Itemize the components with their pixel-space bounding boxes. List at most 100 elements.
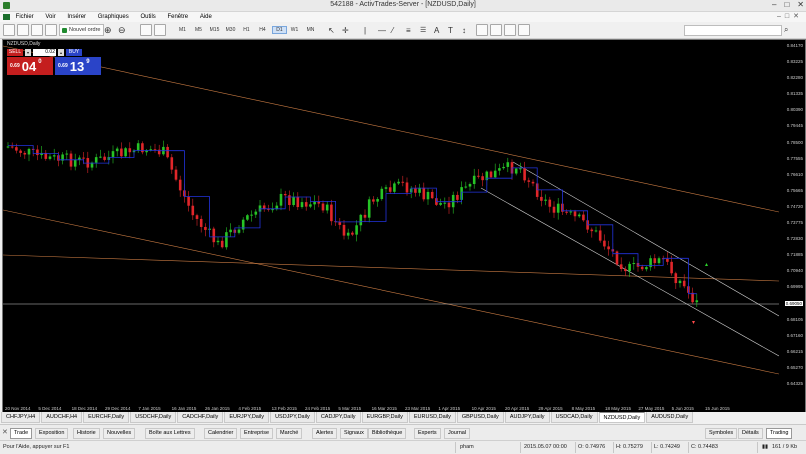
lot-size-input[interactable]: 0.02: [33, 48, 56, 56]
lot-increase-icon[interactable]: ▴: [58, 48, 64, 56]
menu-fenetre[interactable]: Fenêtre: [167, 12, 188, 22]
menu-inserer[interactable]: Insérer: [67, 12, 86, 22]
timeframe-m5[interactable]: M5: [192, 24, 205, 36]
chart-tab[interactable]: GBPUSD,Daily: [456, 412, 504, 423]
menu-voir[interactable]: Voir: [45, 12, 55, 22]
terminal-tab[interactable]: Experts: [414, 428, 441, 439]
mdi-restore-icon[interactable]: □: [785, 13, 793, 20]
chart-tab[interactable]: AUDCHF,H4: [41, 412, 83, 423]
terminal-tab[interactable]: Journal: [444, 428, 471, 439]
fibonacci-tool[interactable]: ☰: [420, 24, 426, 36]
chart-tab[interactable]: CHFJPY,H4: [1, 412, 41, 423]
chart-tab[interactable]: EURJPY,Daily: [224, 412, 270, 423]
mdi-minimize-icon[interactable]: –: [777, 13, 785, 20]
timeframe-h4[interactable]: H4: [256, 24, 269, 36]
terminal-tab[interactable]: Signaux: [340, 428, 368, 439]
chart-tab[interactable]: USDCAD,Daily: [550, 412, 598, 423]
terminal-tab[interactable]: Alertes: [312, 428, 338, 439]
timeframe-mn[interactable]: MN: [304, 24, 317, 36]
search-button[interactable]: ⌕: [784, 24, 788, 36]
channel-line-upper[interactable]: [512, 161, 779, 317]
autoscroll-icon: [154, 24, 166, 36]
toolbox-close-icon[interactable]: ✕: [2, 428, 8, 436]
chart-tab[interactable]: EURUSD,Daily: [408, 412, 456, 423]
close-icon[interactable]: ✕: [797, 0, 804, 9]
price-tick-label: 0.71885: [786, 252, 803, 258]
arrow-tool[interactable]: ↕: [462, 24, 466, 36]
chart-tab[interactable]: EURCHF,Daily: [83, 412, 130, 423]
lot-decrease-icon[interactable]: ▾: [25, 48, 31, 56]
terminal-tab[interactable]: Historie: [73, 428, 100, 439]
minimize-icon[interactable]: –: [772, 0, 776, 9]
cursor-tool[interactable]: ↖: [328, 24, 335, 36]
terminal-tab[interactable]: Exposition: [35, 428, 69, 439]
navigator-button[interactable]: [45, 24, 57, 36]
timeframe-m15[interactable]: M15: [208, 24, 221, 36]
maximize-icon[interactable]: □: [784, 0, 789, 9]
chart-tab[interactable]: EURGBP,Daily: [361, 412, 408, 423]
terminal-tab[interactable]: Boîte aux Lettres: [145, 428, 195, 439]
timeframe-d1[interactable]: D1: [272, 24, 287, 36]
chart-tab[interactable]: AUDUSD,Daily: [646, 412, 694, 423]
chart-tab[interactable]: AUDJPY,Daily: [504, 412, 550, 423]
indicators-tool[interactable]: [518, 24, 530, 36]
chart-tab[interactable]: CADJPY,Daily: [315, 412, 361, 423]
label-tool[interactable]: T: [448, 24, 453, 36]
new-chart-button[interactable]: [3, 24, 15, 36]
trend-line-lower[interactable]: [3, 209, 779, 375]
buy-price-box[interactable]: 0.69 13 9: [55, 57, 101, 75]
text-tool[interactable]: A: [434, 24, 439, 36]
sell-price-prefix: 0.69: [10, 63, 20, 69]
terminal-tab[interactable]: Entreprise: [240, 428, 274, 439]
search-box[interactable]: [684, 24, 782, 36]
profiles-button[interactable]: [17, 24, 29, 36]
terminal-tab[interactable]: Nouvelles: [103, 428, 136, 439]
autoscroll-button[interactable]: [154, 24, 166, 36]
menu-fichier[interactable]: Fichier: [16, 12, 34, 22]
zoom-in-button[interactable]: ⊕: [104, 24, 112, 36]
mdi-close-icon[interactable]: ✕: [793, 13, 803, 20]
crosshair-tool[interactable]: ✛: [342, 24, 349, 36]
candle-body: [19, 150, 22, 153]
chart-tab[interactable]: USDJPY,Daily: [270, 412, 315, 423]
terminal-tab[interactable]: Bibliothèque: [368, 428, 407, 439]
chart-tab[interactable]: CADCHF,Daily: [177, 412, 224, 423]
channel-tool[interactable]: ≡: [406, 24, 411, 36]
candle-body: [187, 196, 190, 206]
new-order-button[interactable]: Nouvel ordre: [59, 24, 104, 36]
terminal-tab[interactable]: Calendrier: [204, 428, 238, 439]
templates-tool[interactable]: [490, 24, 502, 36]
terminal-tab[interactable]: Marché: [276, 428, 303, 439]
timeframe-h1[interactable]: H1: [240, 24, 253, 36]
zoom-out-button[interactable]: ⊖: [118, 24, 126, 36]
side-panel-tab[interactable]: Détails: [738, 428, 763, 439]
buy-button[interactable]: BUY: [66, 48, 82, 56]
candle-body: [531, 181, 535, 184]
trendline-tool[interactable]: ⁄: [392, 24, 393, 36]
market-watch-button[interactable]: [31, 24, 43, 36]
price-chart[interactable]: ▴ ▾: [3, 40, 779, 404]
chart-tab[interactable]: USDCHF,Daily: [130, 412, 177, 423]
timeframe-m1[interactable]: M1: [176, 24, 189, 36]
status-divider: [575, 442, 576, 453]
horizontal-line-tool[interactable]: —: [378, 24, 386, 36]
sell-price-box[interactable]: 0.69 04 0: [7, 57, 53, 75]
side-panel-tab[interactable]: Symboles: [705, 428, 738, 439]
expert-tool[interactable]: [504, 24, 516, 36]
chart-tab[interactable]: NZDUSD,Daily: [598, 412, 646, 423]
candle-body: [338, 222, 342, 225]
menu-graphiques[interactable]: Graphiques: [98, 12, 129, 22]
channel-line-lower[interactable]: [480, 187, 779, 357]
chart-window[interactable]: NZDUSD,Daily ▴ ▾ SELL ▾ 0.02 ▴ BUY 0.69 …: [2, 39, 806, 413]
menu-aide[interactable]: Aide: [200, 12, 212, 22]
period-tool[interactable]: [476, 24, 488, 36]
tile-button[interactable]: [140, 24, 152, 36]
timeframe-w1[interactable]: W1: [288, 24, 301, 36]
menu-outils[interactable]: Outils: [140, 12, 155, 22]
trend-line-upper[interactable]: [3, 45, 779, 213]
terminal-tab[interactable]: Trade: [10, 428, 33, 439]
sell-button[interactable]: SELL: [7, 48, 23, 56]
timeframe-m30[interactable]: M30: [224, 24, 237, 36]
vertical-line-tool[interactable]: |: [364, 24, 366, 36]
side-panel-tab[interactable]: Trading: [766, 428, 793, 439]
